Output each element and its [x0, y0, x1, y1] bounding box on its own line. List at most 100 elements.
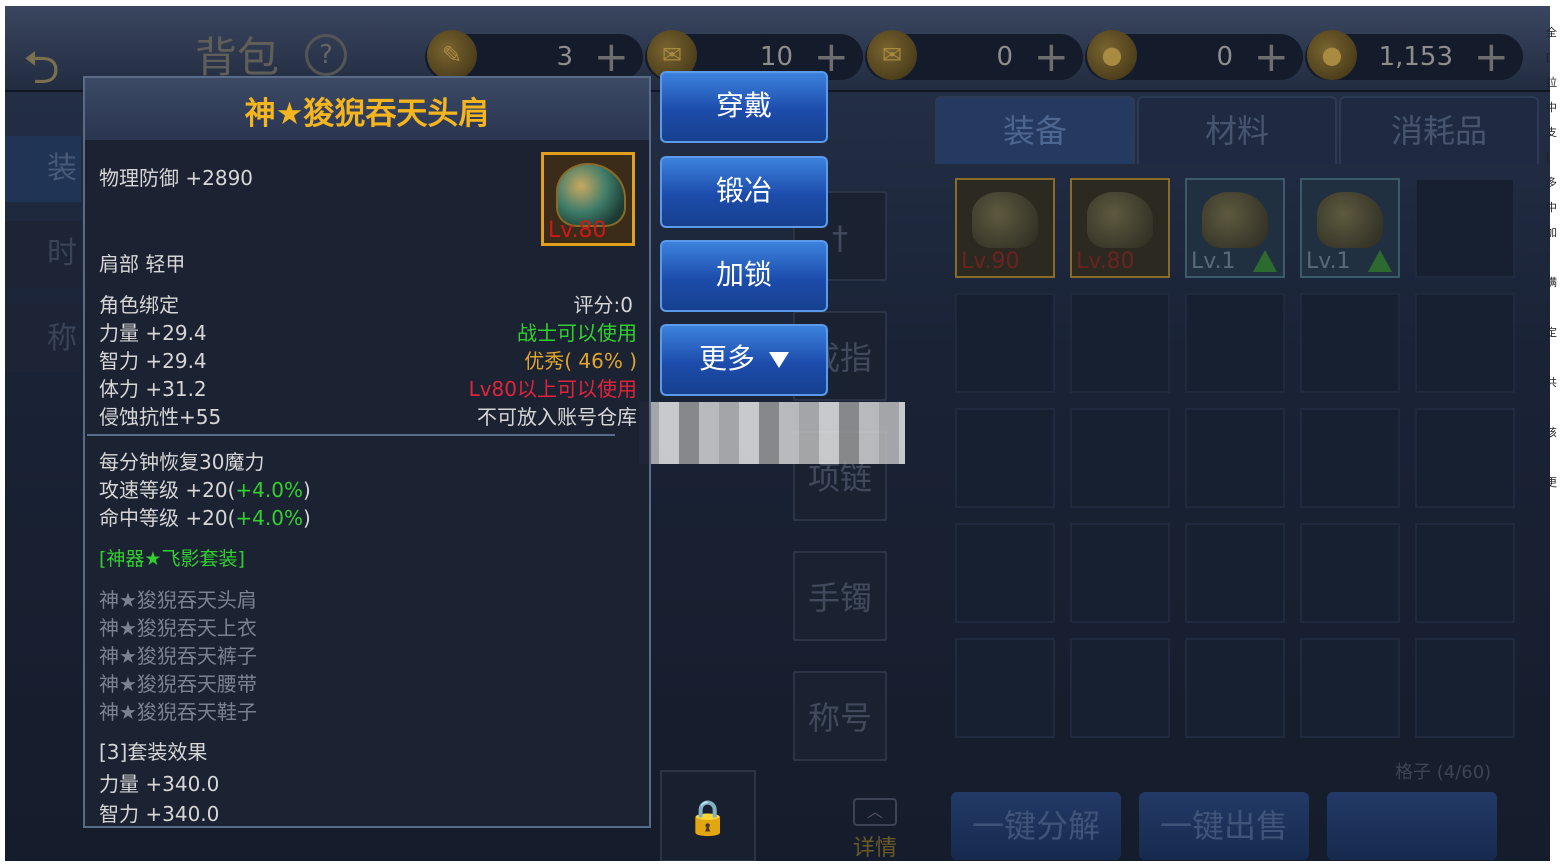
- defense-stat: 物理防御 +2890: [99, 166, 254, 190]
- grid-count: 格子 (4/60): [1395, 762, 1492, 783]
- empty-slot[interactable]: [1300, 638, 1400, 738]
- armor-icon: [1087, 192, 1153, 248]
- right-edge-fragments: 全[拉中支[多中加[满[定[共: 该 - 更: [1546, 26, 1557, 489]
- extra-bonus: +4.0%: [235, 478, 303, 502]
- empty-slot[interactable]: [1300, 523, 1400, 623]
- currency-value: 1,153: [1378, 42, 1453, 72]
- help-icon[interactable]: ?: [305, 34, 347, 76]
- currency-value: 0: [996, 42, 1013, 72]
- upgrade-arrow-icon: [1253, 250, 1277, 272]
- empty-slot[interactable]: [1300, 408, 1400, 508]
- item-icon: Lv.80: [541, 152, 635, 246]
- set-item: 神★狻猊吞天腰带: [99, 672, 257, 696]
- slot-type: 肩部 轻甲: [99, 252, 186, 276]
- equip-slot-title[interactable]: 称号: [793, 671, 887, 761]
- set-name: [神器★飞影套装]: [99, 548, 245, 570]
- empty-slot[interactable]: [1415, 178, 1515, 278]
- empty-slot[interactable]: [1185, 408, 1285, 508]
- extra-tail: ): [302, 478, 311, 502]
- empty-slot[interactable]: [955, 638, 1055, 738]
- gold-coin-icon: ●: [1087, 30, 1137, 80]
- sell-all-button[interactable]: 一键出售: [1139, 792, 1309, 860]
- tooltip-header: 神★狻猊吞天头肩: [85, 78, 649, 140]
- side-tab-title[interactable]: 称: [5, 306, 81, 372]
- currency-value: 3: [556, 42, 573, 72]
- extra-stat: 命中等级 +20(+4.0%): [99, 502, 311, 531]
- empty-slot[interactable]: [955, 408, 1055, 508]
- add-button[interactable]: +: [1254, 34, 1289, 80]
- side-tab-equip[interactable]: 装: [5, 136, 81, 202]
- chevron-up-icon: ︿: [853, 798, 897, 826]
- stat-resist: 侵蚀抗性+55: [99, 405, 222, 429]
- forge-button[interactable]: 锻冶: [660, 156, 828, 228]
- more-button[interactable]: 更多: [660, 324, 828, 396]
- empty-slot[interactable]: [955, 293, 1055, 393]
- currency-locked-coin: ● 1,153 +: [1305, 30, 1523, 80]
- inventory-item[interactable]: Lv.1: [1300, 178, 1400, 278]
- tab-equipment[interactable]: 装备: [935, 96, 1135, 164]
- empty-slot[interactable]: [1300, 293, 1400, 393]
- game-screen: ⮌ 背包 ? ✎ 3 + ✉ 10 + ✉ 0 + ● 0 + ● 1,153 …: [5, 6, 1550, 861]
- locked-coin-icon: ●: [1307, 30, 1357, 80]
- bind-type: 角色绑定: [99, 293, 179, 317]
- set-item: 神★狻猊吞天上衣: [99, 616, 257, 640]
- obscured-region: [639, 402, 905, 464]
- empty-slot[interactable]: [1185, 638, 1285, 738]
- set-item: 神★狻猊吞天裤子: [99, 644, 257, 668]
- currency-locked-scroll: ✉ 0 +: [865, 30, 1083, 80]
- add-button[interactable]: +: [594, 34, 629, 80]
- currency-gold: ● 0 +: [1085, 30, 1303, 80]
- storage-note: 不可放入账号仓库: [477, 405, 637, 429]
- add-button[interactable]: +: [1034, 34, 1069, 80]
- empty-slot[interactable]: [1070, 293, 1170, 393]
- lock-icon[interactable]: 🔒: [660, 770, 756, 861]
- class-requirement: 战士可以使用: [517, 321, 637, 345]
- divider: [87, 434, 615, 436]
- extra-tail: ): [302, 506, 311, 530]
- wear-button[interactable]: 穿戴: [660, 71, 828, 143]
- inventory-item[interactable]: Lv.90: [955, 178, 1055, 278]
- extra-stat: 攻速等级 +20(+4.0%): [99, 474, 311, 503]
- set-effect: 智力 +340.0: [99, 802, 220, 826]
- side-tab-fashion[interactable]: 时: [5, 221, 81, 287]
- dropdown-arrow-icon: [769, 352, 789, 368]
- currency-feather: ✎ 3 +: [425, 30, 643, 80]
- empty-slot[interactable]: [1185, 293, 1285, 393]
- empty-slot[interactable]: [1185, 523, 1285, 623]
- item-level: Lv.80: [1076, 249, 1135, 274]
- empty-slot[interactable]: [955, 523, 1055, 623]
- empty-slot[interactable]: [1415, 638, 1515, 738]
- stat-stamina: 体力 +31.2: [99, 377, 207, 401]
- inventory-item[interactable]: Lv.80: [1070, 178, 1170, 278]
- armor-icon: [972, 192, 1038, 248]
- empty-slot[interactable]: [1415, 293, 1515, 393]
- detail-button[interactable]: ︿ 详情: [845, 798, 905, 861]
- stat-intellect: 智力 +29.4: [99, 349, 207, 373]
- add-button[interactable]: +: [1474, 34, 1509, 80]
- empty-slot[interactable]: [1415, 408, 1515, 508]
- tab-materials[interactable]: 材料: [1137, 96, 1337, 164]
- tab-consumables[interactable]: 消耗品: [1339, 96, 1539, 164]
- extra-bonus: +4.0%: [235, 506, 303, 530]
- score: 评分:0: [573, 293, 633, 317]
- equip-slot-bracelet[interactable]: 手镯: [793, 551, 887, 641]
- currency-value: 0: [1216, 42, 1233, 72]
- item-name: 神★狻猊吞天头肩: [244, 96, 490, 132]
- upgrade-arrow-icon: [1368, 250, 1392, 272]
- item-level: Lv.1: [1306, 249, 1351, 274]
- quality: 优秀( 46% ): [524, 349, 637, 373]
- feather-icon: ✎: [427, 30, 477, 80]
- item-level: Lv.1: [1191, 249, 1236, 274]
- set-effect: 力量 +340.0: [99, 772, 220, 796]
- empty-slot[interactable]: [1070, 408, 1170, 508]
- lock-button[interactable]: 加锁: [660, 240, 828, 312]
- armor-icon: [1317, 192, 1383, 248]
- set-item: 神★狻猊吞天鞋子: [99, 700, 257, 724]
- empty-slot[interactable]: [1070, 523, 1170, 623]
- inventory-item[interactable]: Lv.1: [1185, 178, 1285, 278]
- sort-button[interactable]: [1327, 792, 1497, 860]
- empty-slot[interactable]: [1070, 638, 1170, 738]
- decompose-all-button[interactable]: 一键分解: [951, 792, 1121, 860]
- item-level: Lv.90: [961, 249, 1020, 274]
- empty-slot[interactable]: [1415, 523, 1515, 623]
